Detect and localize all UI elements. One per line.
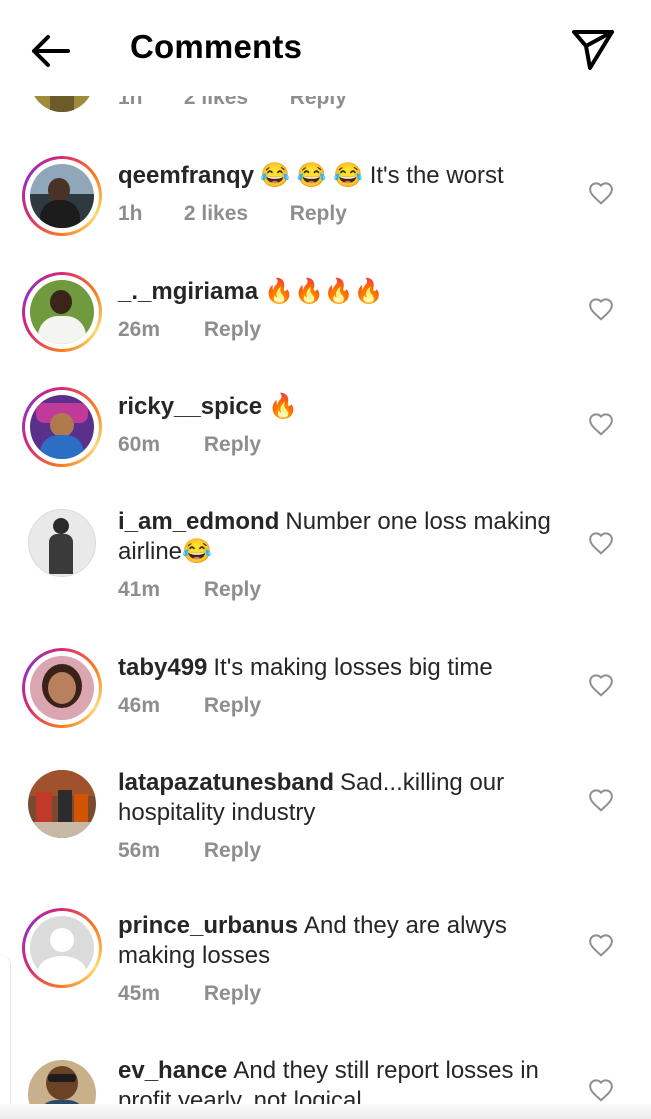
avatar-story-ring[interactable] — [22, 387, 102, 467]
comment-text: i_am_edmond Number one loss making airlin… — [118, 507, 568, 567]
comment-time: 26m — [118, 318, 161, 341]
paper-plane-icon[interactable] — [566, 22, 620, 76]
comment-time: 56m — [118, 839, 161, 862]
comment-time: 46m — [118, 694, 161, 717]
comment-likes[interactable]: 2 likes — [184, 202, 284, 226]
bottom-divider — [0, 1104, 651, 1119]
comment-text: prince_urbanus And they are alwys making … — [118, 911, 568, 971]
heart-icon[interactable] — [588, 933, 614, 957]
reply-button[interactable]: Reply — [204, 433, 261, 457]
avatar-story-ring[interactable] — [22, 156, 102, 236]
heart-icon[interactable] — [588, 1078, 614, 1102]
comment-text: ricky__spice 🔥 — [118, 392, 568, 422]
avatar-story-ring[interactable] — [22, 648, 102, 728]
comment-text: qeemfranqy 😂 😂 😂 It's the worst — [118, 161, 568, 191]
heart-icon[interactable] — [588, 181, 614, 205]
reply-button[interactable]: Reply — [290, 202, 347, 226]
comment-username[interactable]: latapazatunesband — [118, 769, 334, 796]
edge-swipe-handle[interactable] — [0, 955, 11, 1119]
comment-meta: 45m Reply — [118, 982, 261, 1006]
comment-username[interactable]: taby499 — [118, 654, 207, 681]
avatar-placeholder — [30, 916, 94, 980]
comment-meta: 41m Reply — [118, 578, 261, 602]
comment-body: 🔥 — [268, 393, 299, 420]
comment-meta: 46m Reply — [118, 694, 261, 718]
reply-button[interactable]: Reply — [204, 839, 261, 863]
avatar — [28, 509, 96, 577]
comment-text: _._mgiriama 🔥🔥🔥🔥 — [118, 277, 568, 307]
avatar — [30, 656, 94, 720]
comment-username[interactable]: prince_urbanus — [118, 912, 298, 939]
comment-username[interactable]: ricky__spice — [118, 393, 262, 420]
avatar — [30, 280, 94, 344]
comment-meta: 1h 2 likes Reply — [118, 202, 347, 226]
comment-meta: 60m Reply — [118, 433, 261, 457]
reply-button[interactable]: Reply — [204, 982, 261, 1006]
heart-icon[interactable] — [588, 788, 614, 812]
avatar — [30, 164, 94, 228]
comments-list[interactable]: 1h 2 likes Reply qeemfranqy 😂 😂 😂 It's th… — [0, 0, 651, 1119]
comment-body: It's making losses big time — [213, 654, 493, 681]
reply-button[interactable]: Reply — [204, 578, 261, 602]
avatar-container[interactable] — [28, 509, 96, 577]
heart-icon[interactable] — [588, 531, 614, 555]
reply-button[interactable]: Reply — [204, 694, 261, 718]
heart-icon[interactable] — [588, 412, 614, 436]
comment-username[interactable]: i_am_edmond — [118, 508, 279, 535]
avatar-story-ring[interactable] — [22, 272, 102, 352]
comment-time: 1h — [118, 202, 143, 225]
comment-text: latapazatunesband Sad...killing our hospi… — [118, 768, 568, 828]
heart-icon[interactable] — [588, 297, 614, 321]
comment-body: 😂 😂 😂 It's the worst — [260, 162, 504, 189]
avatar-container[interactable] — [28, 770, 96, 838]
heart-icon[interactable] — [588, 673, 614, 697]
comment-text: taby499 It's making losses big time — [118, 653, 568, 683]
comment-time: 41m — [118, 578, 161, 601]
comment-username[interactable]: ev_hance — [118, 1057, 227, 1084]
top-bar: Comments — [0, 0, 651, 96]
comment-username[interactable]: _._mgiriama — [118, 278, 258, 305]
page-title: Comments — [130, 28, 303, 65]
arrow-left-icon[interactable] — [26, 27, 74, 75]
avatar — [28, 770, 96, 838]
comment-meta: 56m Reply — [118, 839, 261, 863]
comment-username[interactable]: qeemfranqy — [118, 162, 254, 189]
comment-time: 45m — [118, 982, 161, 1005]
avatar-story-ring[interactable] — [22, 908, 102, 988]
avatar — [30, 395, 94, 459]
comment-meta: 26m Reply — [118, 318, 261, 342]
reply-button[interactable]: Reply — [204, 318, 261, 342]
comment-time: 60m — [118, 433, 161, 456]
comment-body: 🔥🔥🔥🔥 — [264, 278, 384, 305]
